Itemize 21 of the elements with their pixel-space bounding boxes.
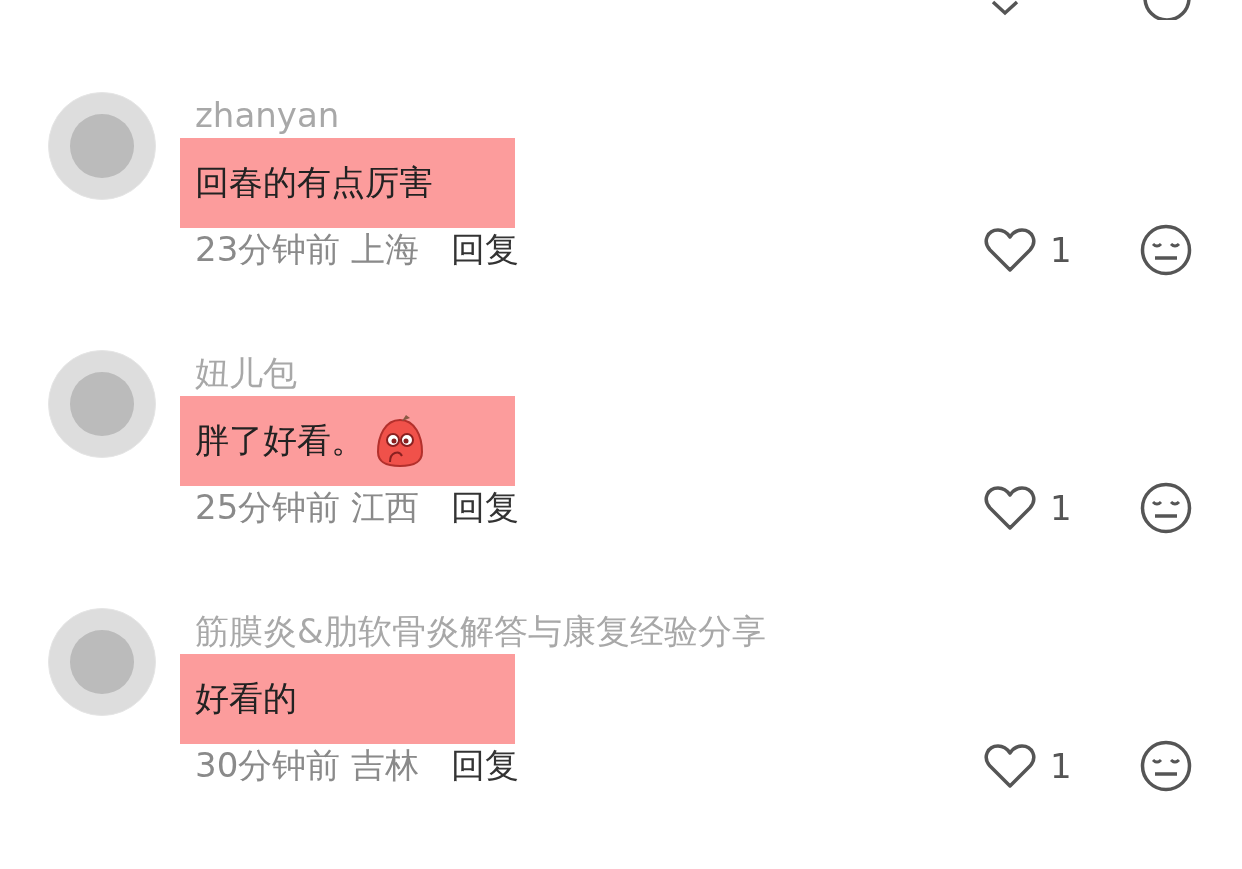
- like-count: 1: [1050, 488, 1073, 528]
- reply-link[interactable]: 回复: [451, 485, 520, 531]
- blushing-blob-icon: [375, 414, 425, 468]
- neutral-face-icon[interactable]: [1140, 224, 1192, 276]
- neutral-face-icon[interactable]: [1140, 740, 1192, 792]
- reply-link[interactable]: 回复: [451, 743, 520, 789]
- heart-icon[interactable]: [984, 743, 1036, 789]
- comment-time-location: 25分钟前 江西: [195, 486, 420, 529]
- heart-icon[interactable]: [984, 227, 1036, 273]
- comment-text: 好看的: [195, 677, 297, 720]
- comment-time-location: 23分钟前 上海: [195, 228, 420, 271]
- comment-text: 胖了好看。: [195, 419, 365, 462]
- reply-link[interactable]: 回复: [451, 227, 520, 273]
- like-count: 1: [1050, 746, 1073, 786]
- face-icon[interactable]: [1141, 0, 1193, 20]
- chevron-down-icon[interactable]: [990, 0, 1020, 16]
- comment-time-location: 30分钟前 吉林: [195, 744, 420, 787]
- neutral-face-icon[interactable]: [1140, 482, 1192, 534]
- comment-text: 回春的有点厉害: [195, 161, 433, 204]
- like-count: 1: [1050, 230, 1073, 270]
- heart-icon[interactable]: [984, 485, 1036, 531]
